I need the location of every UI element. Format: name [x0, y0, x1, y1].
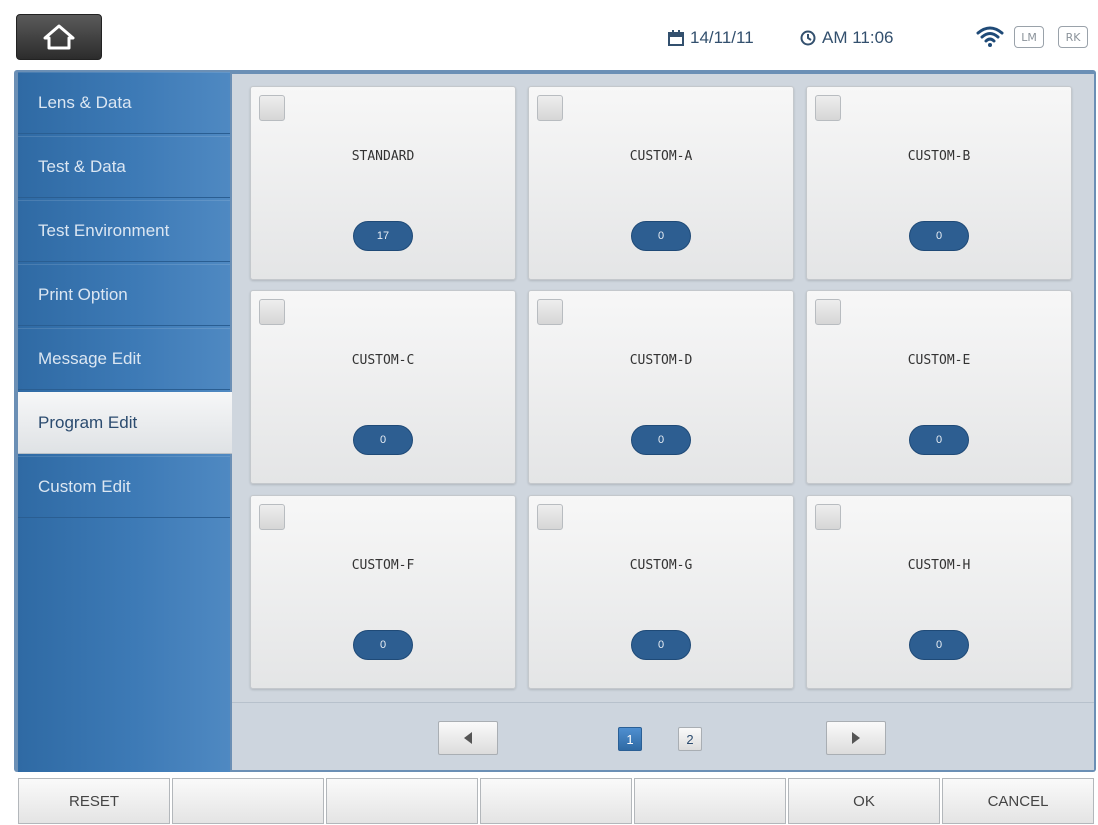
program-grid: STANDARD 17 CUSTOM-A 0 CUSTOM-B 0 CUSTOM…	[232, 74, 1094, 702]
sidebar-item-label: Custom Edit	[38, 476, 131, 496]
program-card-custom-f[interactable]: CUSTOM-F 0	[250, 495, 516, 689]
lm-indicator: LM	[1014, 26, 1044, 48]
clock-icon	[800, 30, 816, 46]
sidebar-item-label: Program Edit	[38, 412, 138, 432]
sidebar-item-message-edit[interactable]: Message Edit	[18, 328, 230, 390]
program-name: CUSTOM-D	[629, 353, 693, 368]
program-card-custom-g[interactable]: CUSTOM-G 0	[528, 495, 794, 689]
program-checkbox[interactable]	[537, 504, 563, 530]
program-card-custom-a[interactable]: CUSTOM-A 0	[528, 86, 794, 280]
program-count-badge: 0	[909, 221, 969, 251]
sidebar-item-label: Test & Data	[38, 156, 126, 176]
blank-button-2[interactable]	[326, 778, 478, 824]
sidebar-item-custom-edit[interactable]: Custom Edit	[18, 456, 230, 518]
program-name: CUSTOM-A	[629, 149, 693, 164]
program-name: CUSTOM-G	[629, 558, 693, 573]
program-checkbox[interactable]	[259, 504, 285, 530]
sidebar-item-test-environment[interactable]: Test Environment	[18, 200, 230, 262]
triangle-left-icon	[464, 732, 472, 744]
blank-button-3[interactable]	[480, 778, 632, 824]
blank-button-4[interactable]	[634, 778, 786, 824]
home-button[interactable]	[16, 14, 102, 60]
program-count-badge: 0	[631, 425, 691, 455]
sidebar: Lens & Data Test & Data Test Environment…	[18, 72, 232, 772]
program-checkbox[interactable]	[815, 299, 841, 325]
prev-page-button[interactable]	[438, 721, 498, 755]
program-count-badge: 0	[909, 630, 969, 660]
page-button-1[interactable]: 1	[618, 727, 642, 751]
program-name: CUSTOM-B	[907, 149, 971, 164]
program-checkbox[interactable]	[537, 95, 563, 121]
date-text: 14/11/11	[690, 28, 754, 47]
cancel-button[interactable]: CANCEL	[942, 778, 1094, 824]
program-checkbox[interactable]	[259, 299, 285, 325]
program-count-badge: 0	[909, 425, 969, 455]
next-page-button[interactable]	[826, 721, 886, 755]
time-display: AM 11:06	[800, 26, 894, 50]
program-count-badge: 0	[353, 630, 413, 660]
program-count-badge: 0	[353, 425, 413, 455]
date-display: 14/11/11	[668, 26, 754, 50]
program-checkbox[interactable]	[815, 504, 841, 530]
calendar-icon	[668, 30, 684, 46]
home-icon	[43, 24, 75, 50]
program-checkbox[interactable]	[537, 299, 563, 325]
wifi-icon	[976, 24, 1004, 53]
program-count-badge: 0	[631, 630, 691, 660]
bottom-button-bar: RESET OK CANCEL	[0, 774, 1098, 825]
sidebar-item-label: Print Option	[38, 284, 128, 304]
time-text: AM 11:06	[822, 28, 894, 47]
program-count-badge: 17	[353, 221, 413, 251]
sidebar-item-lens-data[interactable]: Lens & Data	[18, 72, 230, 134]
sidebar-item-label: Test Environment	[38, 220, 170, 240]
program-checkbox[interactable]	[259, 95, 285, 121]
program-card-custom-b[interactable]: CUSTOM-B 0	[806, 86, 1072, 280]
program-card-standard[interactable]: STANDARD 17	[250, 86, 516, 280]
program-card-custom-h[interactable]: CUSTOM-H 0	[806, 495, 1072, 689]
program-count-badge: 0	[631, 221, 691, 251]
sidebar-item-test-data[interactable]: Test & Data	[18, 136, 230, 198]
program-name: CUSTOM-E	[907, 353, 971, 368]
program-card-custom-e[interactable]: CUSTOM-E 0	[806, 290, 1072, 484]
ok-button[interactable]: OK	[788, 778, 940, 824]
triangle-right-icon	[852, 732, 860, 744]
program-name: STANDARD	[351, 149, 415, 164]
sidebar-item-program-edit[interactable]: Program Edit	[18, 392, 232, 454]
sidebar-item-label: Message Edit	[38, 348, 141, 368]
program-card-custom-d[interactable]: CUSTOM-D 0	[528, 290, 794, 484]
top-bar: 14/11/11 AM 11:06 LM RK	[0, 0, 1098, 72]
sidebar-item-label: Lens & Data	[38, 92, 132, 112]
program-card-custom-c[interactable]: CUSTOM-C 0	[250, 290, 516, 484]
program-name: CUSTOM-F	[351, 558, 415, 573]
pagination-bar: 1 2	[232, 702, 1094, 770]
program-name: CUSTOM-H	[907, 558, 971, 573]
program-checkbox[interactable]	[815, 95, 841, 121]
program-name: CUSTOM-C	[351, 353, 415, 368]
reset-button[interactable]: RESET	[18, 778, 170, 824]
rk-indicator: RK	[1058, 26, 1088, 48]
blank-button-1[interactable]	[172, 778, 324, 824]
page-button-2[interactable]: 2	[678, 727, 702, 751]
sidebar-item-print-option[interactable]: Print Option	[18, 264, 230, 326]
